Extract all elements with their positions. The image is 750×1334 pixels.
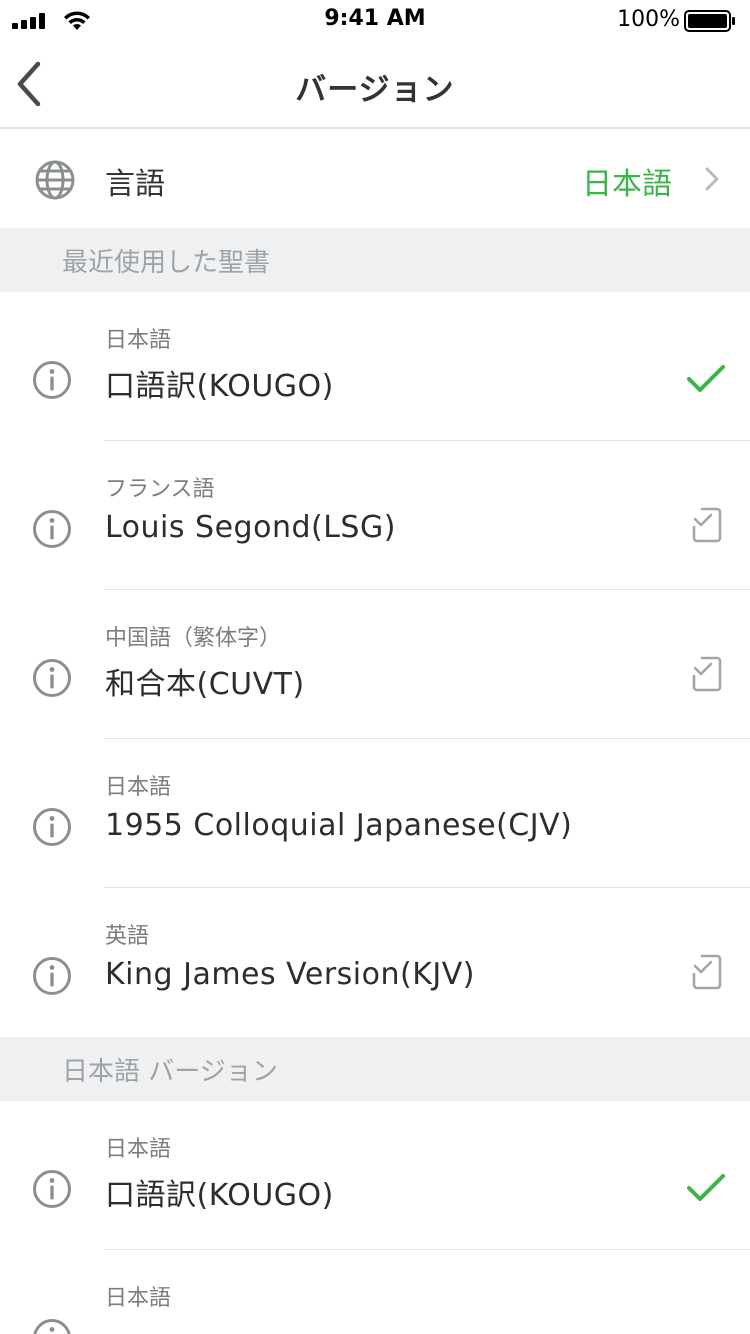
recent-versions-list: 日本語 口語訳(KOUGO) フランス語 Louis Segond(LSG) 中… bbox=[0, 292, 750, 1037]
section-header-recent: 最近使用した聖書 bbox=[0, 228, 750, 292]
version-name: King James Version(KJV) bbox=[105, 957, 475, 992]
version-name: 和合本(CUVT) bbox=[105, 667, 305, 702]
version-language: フランス語 bbox=[105, 477, 215, 502]
info-icon[interactable] bbox=[32, 509, 72, 549]
navigation-bar: バージョン bbox=[0, 40, 750, 129]
version-name: 口語訳(KOUGO) bbox=[105, 1178, 334, 1213]
version-language: 日本語 bbox=[105, 1137, 172, 1162]
info-icon[interactable] bbox=[32, 658, 72, 698]
device-check-icon bbox=[692, 507, 722, 543]
version-language: 日本語 bbox=[105, 1286, 172, 1311]
chevron-right-icon bbox=[705, 167, 719, 191]
language-selector-row[interactable]: 言語 日本語 bbox=[0, 130, 750, 228]
battery-icon bbox=[684, 10, 735, 32]
info-icon[interactable] bbox=[32, 956, 72, 996]
version-language: 英語 bbox=[105, 924, 150, 949]
status-bar: 9:41 AM 100% bbox=[0, 0, 750, 40]
section-header-japanese: 日本語 バージョン bbox=[0, 1037, 750, 1101]
version-name: 口語訳(KOUGO) bbox=[105, 369, 334, 404]
battery-percentage: 100% bbox=[617, 7, 680, 32]
version-row[interactable]: フランス語 Louis Segond(LSG) bbox=[0, 441, 750, 590]
info-icon[interactable] bbox=[32, 360, 72, 400]
device-check-icon bbox=[692, 656, 722, 692]
language-label: 言語 bbox=[105, 167, 165, 202]
section-title: 最近使用した聖書 bbox=[62, 248, 271, 278]
checkmark-icon bbox=[687, 365, 725, 392]
version-row[interactable]: 英語 King James Version(KJV) bbox=[0, 888, 750, 1037]
device-check-icon bbox=[692, 954, 722, 990]
version-row[interactable]: 日本語 1955 Colloquial Japanese(CJV) bbox=[0, 739, 750, 888]
version-name: Louis Segond(LSG) bbox=[105, 510, 396, 545]
checkmark-icon bbox=[687, 1174, 725, 1201]
version-language: 日本語 bbox=[105, 775, 172, 800]
language-value: 日本語 bbox=[582, 167, 672, 202]
version-language: 日本語 bbox=[105, 328, 172, 353]
section-title: 日本語 バージョン bbox=[62, 1057, 278, 1087]
version-row[interactable]: 日本語 bbox=[0, 1250, 750, 1334]
version-row[interactable]: 中国語（繁体字） 和合本(CUVT) bbox=[0, 590, 750, 739]
version-language: 中国語（繁体字） bbox=[105, 626, 282, 651]
page-title: バージョン bbox=[295, 72, 455, 108]
globe-icon bbox=[35, 160, 75, 200]
japanese-versions-list: 日本語 口語訳(KOUGO) 日本語 bbox=[0, 1101, 750, 1334]
version-name: 1955 Colloquial Japanese(CJV) bbox=[105, 808, 573, 843]
info-icon[interactable] bbox=[32, 1318, 72, 1334]
info-icon[interactable] bbox=[32, 1169, 72, 1209]
version-row[interactable]: 日本語 口語訳(KOUGO) bbox=[0, 1101, 750, 1250]
info-icon[interactable] bbox=[32, 807, 72, 847]
version-row[interactable]: 日本語 口語訳(KOUGO) bbox=[0, 292, 750, 441]
